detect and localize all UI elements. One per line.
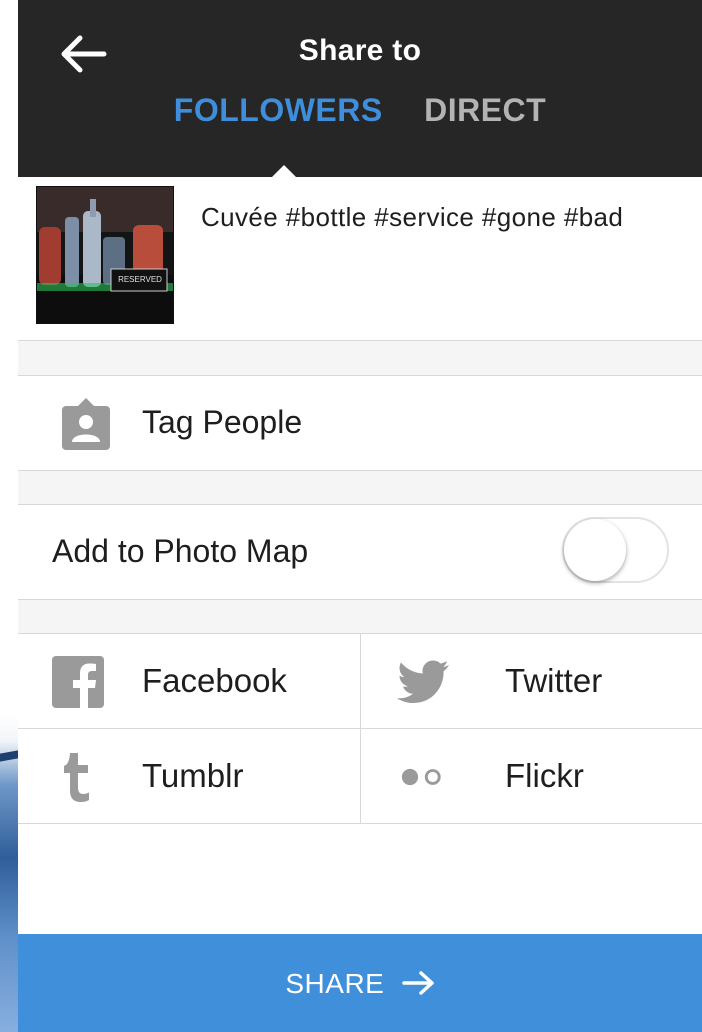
post-thumbnail[interactable]: RESERVED: [36, 186, 174, 324]
flickr-option[interactable]: Flickr: [361, 729, 702, 823]
twitter-icon: [397, 660, 449, 703]
divider: [18, 823, 702, 824]
toggle-knob: [564, 519, 626, 581]
section-gap: [18, 600, 702, 633]
tab-followers[interactable]: FOLLOWERS: [174, 92, 383, 129]
share-button-label: SHARE: [285, 968, 385, 999]
background-photo-edge: [0, 0, 18, 1032]
tab-bar: FOLLOWERS DIRECT: [18, 92, 702, 129]
thumbnail-image: [37, 187, 173, 323]
flickr-icon: [401, 768, 441, 786]
tag-people-row[interactable]: Tag People: [18, 376, 702, 470]
tag-person-icon: [62, 398, 110, 450]
tag-people-label: Tag People: [142, 404, 303, 440]
page-title: Share to: [298, 34, 422, 67]
tab-direct[interactable]: DIRECT: [424, 92, 546, 129]
section-gap: [18, 471, 702, 504]
post-caption[interactable]: Cuvée #bottle #service #gone #bad: [201, 199, 671, 235]
share-button[interactable]: SHARE: [18, 934, 702, 1032]
forward-arrow-icon: [401, 971, 434, 995]
section-gap: [18, 341, 702, 375]
header: Share to FOLLOWERS DIRECT: [18, 0, 702, 178]
share-sheet: Share to FOLLOWERS DIRECT RESERVED Cuvée…: [18, 0, 702, 1032]
post-preview: RESERVED Cuvée #bottle #service #gone #b…: [18, 177, 702, 340]
facebook-label: Facebook: [142, 662, 287, 699]
photo-map-label: Add to Photo Map: [52, 533, 309, 569]
share-button-content: SHARE: [18, 968, 702, 1000]
tumblr-label: Tumblr: [142, 757, 244, 794]
flickr-label: Flickr: [505, 757, 584, 794]
twitter-label: Twitter: [505, 662, 603, 699]
photo-map-toggle[interactable]: [562, 517, 669, 583]
thumbnail-sign-text: RESERVED: [118, 275, 162, 284]
photo-map-row: Add to Photo Map: [18, 505, 702, 599]
facebook-icon: [52, 656, 104, 708]
facebook-option[interactable]: Facebook: [18, 634, 360, 728]
tumblr-icon: [64, 753, 89, 802]
share-networks-grid: Facebook Twitter Tumblr Flickr: [18, 634, 702, 823]
twitter-option[interactable]: Twitter: [361, 634, 702, 728]
background-sky: [0, 715, 18, 1032]
tumblr-option[interactable]: Tumblr: [18, 729, 360, 823]
